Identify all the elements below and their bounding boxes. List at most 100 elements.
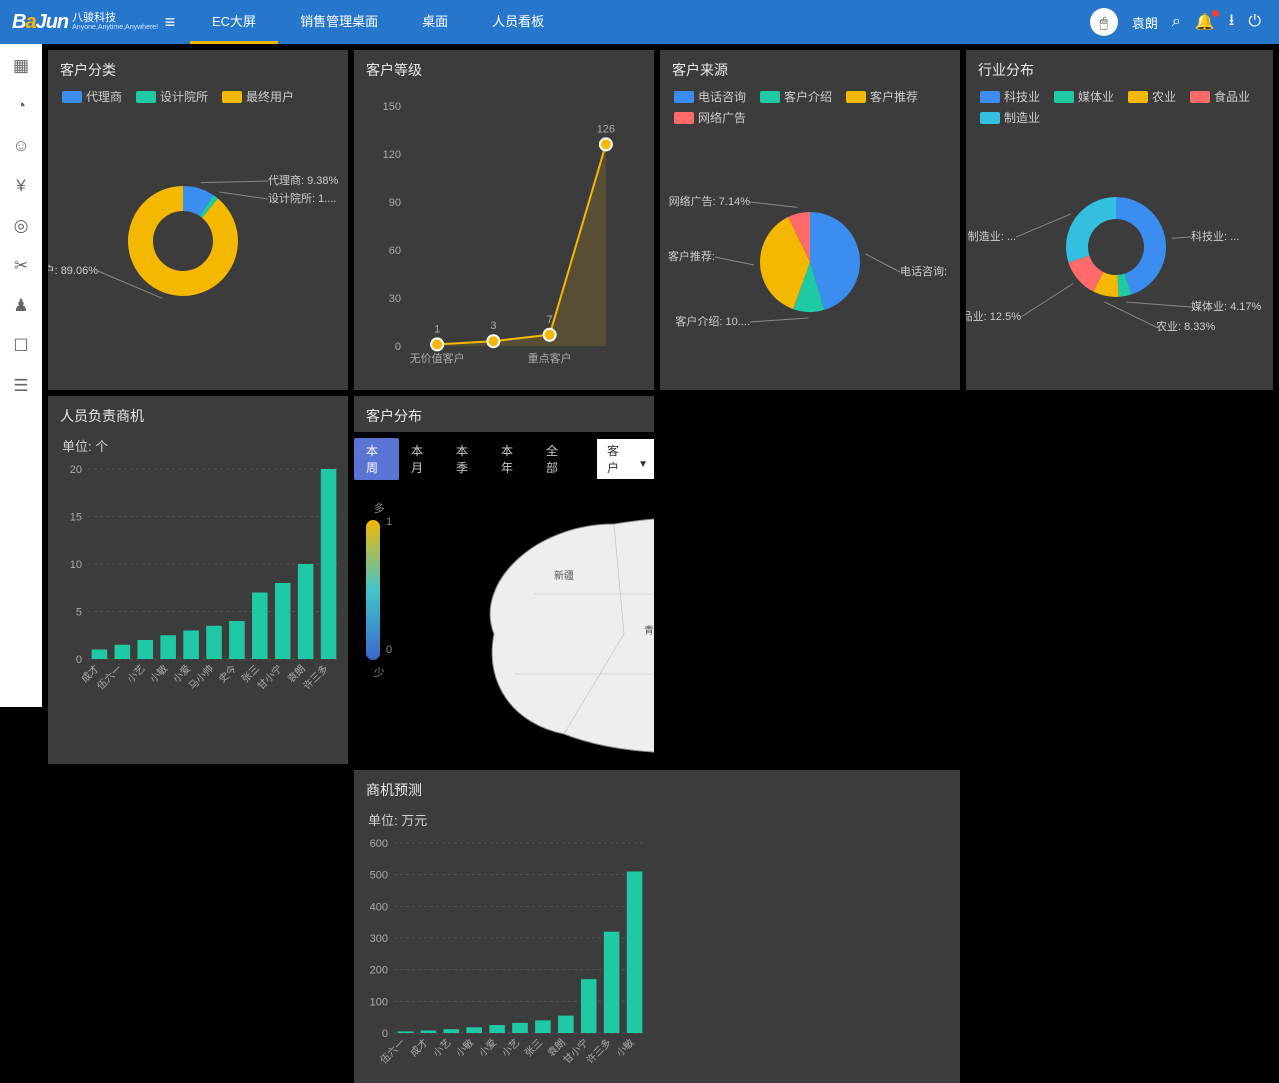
- svg-text:客户推荐:: 客户推荐:: [668, 249, 715, 263]
- logo: BaJun 八骏科技 Anyone,Anytime,Anywhere!: [0, 11, 150, 34]
- panel-title: 客户来源: [660, 50, 960, 86]
- panel-customer-source: 客户来源 电话咨询 客户介绍 客户推荐 网络广告 电话咨询: 客户介绍: 10.…: [660, 50, 960, 390]
- svg-text:甘小宁: 甘小宁: [254, 662, 284, 692]
- legend: 电话咨询 客户介绍 客户推荐 网络广告: [660, 86, 960, 132]
- map-tab-month[interactable]: 本月: [399, 438, 444, 480]
- svg-text:食品业: 12.5%: 食品业: 12.5%: [966, 309, 1021, 323]
- svg-text:20: 20: [70, 464, 82, 476]
- svg-text:小爱: 小爱: [476, 1036, 499, 1059]
- svg-text:设计院所: 1....: 设计院所: 1....: [268, 191, 336, 205]
- svg-text:无价值客户: 无价值客户: [410, 351, 465, 365]
- money-icon[interactable]: ¥: [11, 176, 31, 196]
- svg-text:小敏: 小敏: [613, 1036, 636, 1059]
- map-tab-quarter[interactable]: 本季: [444, 438, 489, 480]
- legend: 科技业 媒体业 农业 食品业 制造业: [966, 86, 1273, 132]
- panel-staff-opportunity: 人员负责商机 单位: 个 05101520成才伍六一小艺小敏小爱马小帅史今张三甘…: [48, 396, 348, 764]
- svg-text:张三: 张三: [522, 1037, 545, 1060]
- unit-label: 单位: 个: [48, 432, 348, 459]
- person-icon[interactable]: ♟: [11, 296, 31, 316]
- svg-text:小艺: 小艺: [499, 1037, 522, 1060]
- monitor-icon[interactable]: ☐: [11, 336, 31, 356]
- search-icon[interactable]: ⌕: [1172, 13, 1181, 31]
- svg-text:30: 30: [389, 293, 401, 305]
- svg-text:10: 10: [70, 559, 82, 571]
- svg-text:最终用户: 89.06%: 最终用户: 89.06%: [48, 263, 98, 277]
- target-icon[interactable]: ◎: [11, 216, 31, 236]
- map-tab-year[interactable]: 本年: [489, 438, 534, 480]
- panel-title: 客户分布: [354, 396, 654, 432]
- svg-text:0: 0: [382, 1028, 388, 1040]
- svg-text:新疆: 新疆: [554, 569, 574, 582]
- svg-text:7: 7: [547, 314, 553, 326]
- tab-sales-desktop[interactable]: 销售管理桌面: [278, 0, 400, 44]
- svg-text:小艺: 小艺: [125, 663, 148, 686]
- legend: 代理商 设计院所 最终用户: [48, 86, 348, 111]
- svg-text:600: 600: [370, 838, 388, 850]
- map-tabs: 本周 本月 本季 本年 全部 客户: [354, 432, 654, 484]
- svg-text:科技业: ...: 科技业: ...: [1191, 229, 1239, 243]
- panel-industry: 行业分布 科技业 媒体业 农业 食品业 制造业 科技业: ... 媒体业: 4.1…: [966, 50, 1273, 390]
- dashboard-grid: 客户分类 代理商 设计院所 最终用户 代理商: 9.38%设计院所: 1....…: [42, 44, 1279, 707]
- download-icon[interactable]: ⭳: [1229, 9, 1235, 36]
- china-map[interactable]: 黑龙江吉林辽宁内蒙古新疆青海甘肃宁夏陕西山西河南山东湖北安徽浙江江苏四川重庆湖南…: [414, 484, 654, 764]
- tab-ec-screen[interactable]: EC大屏: [190, 0, 278, 44]
- svg-text:小敏: 小敏: [453, 1036, 476, 1059]
- apps-icon[interactable]: ▦: [11, 56, 31, 76]
- svg-text:126: 126: [597, 123, 615, 135]
- tab-staff-board[interactable]: 人员看板: [470, 0, 566, 44]
- svg-text:农业: 8.33%: 农业: 8.33%: [1156, 319, 1216, 333]
- panel-title: 行业分布: [966, 50, 1273, 86]
- svg-text:伍六一: 伍六一: [378, 1037, 408, 1067]
- map-select[interactable]: 客户: [597, 439, 654, 479]
- unit-label: 单位: 万元: [354, 806, 960, 833]
- svg-text:200: 200: [370, 965, 388, 977]
- svg-text:甘小宁: 甘小宁: [560, 1036, 590, 1066]
- svg-text:300: 300: [370, 933, 388, 945]
- panel-title: 客户等级: [354, 50, 654, 86]
- svg-text:400: 400: [370, 901, 388, 913]
- bell-icon[interactable]: 🔔: [1195, 12, 1215, 32]
- svg-text:媒体业: 4.17%: 媒体业: 4.17%: [1191, 299, 1262, 313]
- panel-customer-category: 客户分类 代理商 设计院所 最终用户 代理商: 9.38%设计院所: 1....…: [48, 50, 348, 390]
- svg-text:120: 120: [383, 149, 401, 161]
- nav-tabs: EC大屏 销售管理桌面 桌面 人员看板: [190, 0, 566, 44]
- user-name: 袁朗: [1132, 13, 1158, 32]
- svg-text:100: 100: [370, 996, 388, 1008]
- panel-customer-level: 客户等级 0306090120150137126无价值客户重点客户: [354, 50, 654, 390]
- svg-text:网络广告: 7.14%: 网络广告: 7.14%: [669, 194, 751, 208]
- dashboard-icon[interactable]: ◔: [11, 96, 31, 116]
- svg-text:60: 60: [389, 245, 401, 257]
- panel-customer-map: 客户分布 本周 本月 本季 本年 全部 客户 多 10: [354, 396, 654, 764]
- user-icon[interactable]: ☺: [11, 136, 31, 156]
- menu-toggle-icon[interactable]: ≡: [150, 12, 190, 33]
- svg-text:史今: 史今: [216, 662, 239, 685]
- svg-text:1: 1: [434, 323, 440, 335]
- avatar[interactable]: 🖱: [1090, 8, 1118, 36]
- svg-text:15: 15: [70, 512, 82, 524]
- svg-text:90: 90: [389, 197, 401, 209]
- power-icon[interactable]: ⏻: [1248, 13, 1261, 31]
- svg-text:150: 150: [383, 101, 401, 113]
- svg-text:许三多: 许三多: [300, 662, 330, 692]
- tab-desktop[interactable]: 桌面: [400, 0, 470, 44]
- svg-text:成才: 成才: [407, 1036, 430, 1059]
- svg-text:代理商: 9.38%: 代理商: 9.38%: [268, 173, 339, 187]
- svg-text:小艺: 小艺: [431, 1037, 454, 1060]
- svg-text:0: 0: [76, 654, 82, 666]
- svg-text:客户介绍: 10....: 客户介绍: 10....: [675, 314, 750, 328]
- top-bar: BaJun 八骏科技 Anyone,Anytime,Anywhere! ≡ EC…: [0, 0, 1279, 44]
- svg-text:电话咨询:: 电话咨询:: [900, 264, 947, 278]
- tools-icon[interactable]: ✂: [11, 256, 31, 276]
- svg-text:伍六一: 伍六一: [95, 663, 125, 693]
- map-tab-all[interactable]: 全部: [534, 438, 579, 480]
- svg-text:5: 5: [76, 607, 82, 619]
- svg-text:青海: 青海: [644, 624, 654, 637]
- svg-text:重点客户: 重点客户: [528, 351, 572, 365]
- document-icon[interactable]: ☰: [11, 376, 31, 396]
- panel-opportunity-forecast: 商机预测 单位: 万元 0100200300400500600伍六一成才小艺小敏…: [354, 770, 960, 1083]
- map-gradient-legend: 多 10 少: [366, 500, 392, 680]
- map-tab-week[interactable]: 本周: [354, 438, 399, 480]
- sidebar: ▦ ◔ ☺ ¥ ◎ ✂ ♟ ☐ ☰: [0, 44, 42, 707]
- svg-text:马小帅: 马小帅: [186, 662, 216, 692]
- svg-text:许三多: 许三多: [583, 1036, 613, 1066]
